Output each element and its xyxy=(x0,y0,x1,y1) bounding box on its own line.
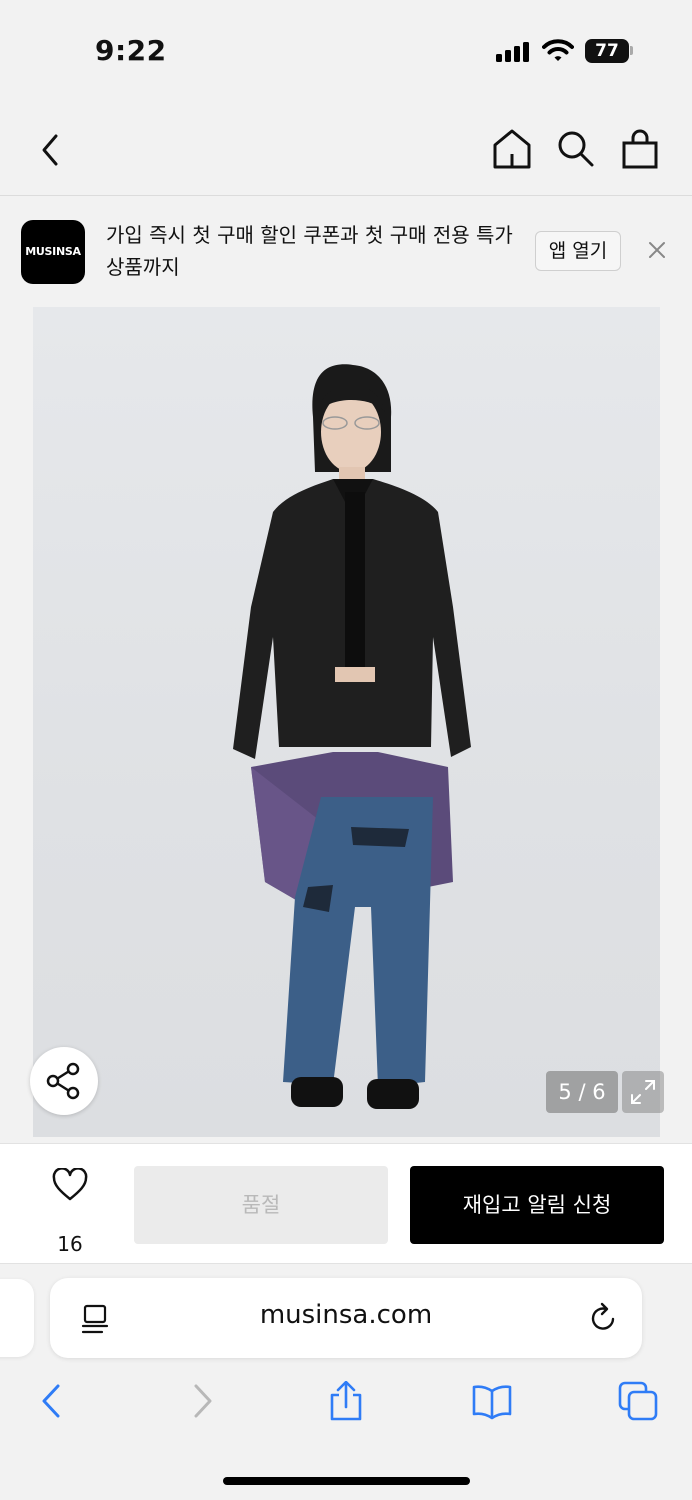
restock-alert-button[interactable]: 재입고 알림 신청 xyxy=(410,1166,664,1244)
tabs-icon[interactable] xyxy=(618,1381,658,1421)
cellular-signal-icon xyxy=(496,42,532,62)
home-icon[interactable] xyxy=(492,128,532,170)
status-time: 9:22 xyxy=(95,34,167,67)
like-count: 16 xyxy=(57,1232,83,1256)
purchase-action-bar: 16 품절 재입고 알림 신청 xyxy=(0,1143,692,1264)
musinsa-logo: MUSINSA xyxy=(21,220,85,284)
share-icon xyxy=(46,1062,80,1100)
share-sheet-icon[interactable] xyxy=(326,1381,366,1421)
reload-icon[interactable] xyxy=(588,1300,618,1334)
open-app-button[interactable]: 앱 열기 xyxy=(535,231,621,271)
wifi-icon xyxy=(542,39,574,61)
promo-text: 가입 즉시 첫 구매 할인 쿠폰과 첫 구매 전용 특가 상품까지 xyxy=(106,223,513,279)
soldout-button: 품절 xyxy=(134,1166,388,1244)
share-button[interactable] xyxy=(30,1047,98,1115)
model-photo xyxy=(233,364,471,1109)
fullscreen-button[interactable] xyxy=(622,1071,664,1113)
battery-indicator: 77 xyxy=(585,39,629,63)
battery-tip xyxy=(630,46,633,55)
bookmarks-icon[interactable] xyxy=(472,1381,512,1421)
product-image[interactable] xyxy=(33,307,660,1137)
address-bar[interactable]: musinsa.com xyxy=(50,1278,642,1358)
heart-icon xyxy=(52,1168,88,1201)
image-counter: 5 / 6 xyxy=(546,1071,618,1113)
back-arrow-icon[interactable] xyxy=(34,130,68,170)
app-install-banner: MUSINSA 가입 즉시 첫 구매 할인 쿠폰과 첫 구매 전용 특가 상품까… xyxy=(0,197,692,305)
browser-forward-icon[interactable] xyxy=(182,1381,222,1421)
url-text: musinsa.com xyxy=(259,1300,433,1330)
home-indicator xyxy=(223,1477,470,1485)
like-button[interactable]: 16 xyxy=(40,1164,100,1256)
shopping-bag-icon[interactable] xyxy=(620,128,660,170)
browser-back-icon[interactable] xyxy=(32,1381,72,1421)
expand-icon xyxy=(631,1080,655,1104)
previous-tab-preview[interactable] xyxy=(0,1279,34,1357)
site-header xyxy=(0,100,692,196)
close-icon[interactable] xyxy=(646,239,668,261)
search-icon[interactable] xyxy=(556,128,596,170)
status-bar: 9:22 77 xyxy=(0,0,692,100)
browser-toolbar: musinsa.com xyxy=(0,1265,692,1500)
